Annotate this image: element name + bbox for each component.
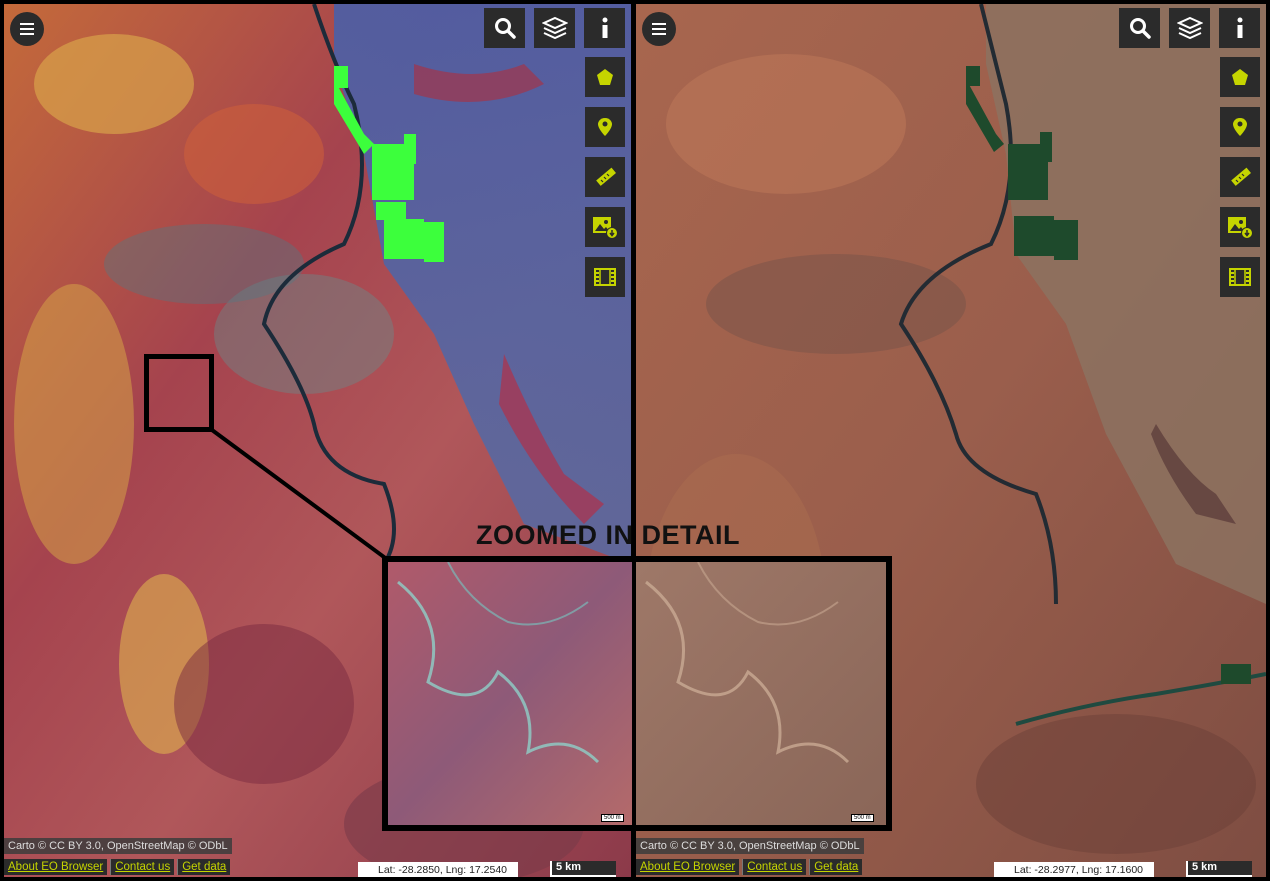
get-data-link[interactable]: Get data: [177, 859, 231, 875]
film-icon: [594, 268, 616, 286]
layers-icon: [1176, 16, 1203, 40]
film-icon: [1229, 268, 1251, 286]
layers-icon: [541, 16, 568, 40]
info-icon: [1237, 17, 1242, 38]
info-icon: [602, 17, 607, 38]
info-button[interactable]: [584, 8, 625, 48]
download-image-button[interactable]: [1220, 207, 1260, 247]
polygon-icon: [1232, 69, 1248, 85]
coordinates-readout: Lat: -28.2977, Lng: 17.1600: [994, 862, 1154, 877]
footer-links: About EO Browser Contact us Get data: [636, 859, 863, 875]
layers-button[interactable]: [534, 8, 575, 48]
measure-button[interactable]: [1220, 157, 1260, 197]
hamburger-menu-icon: [20, 23, 34, 35]
info-button[interactable]: [1219, 8, 1260, 48]
scale-bar: 5 km: [550, 861, 616, 877]
footer-links: About EO Browser Contact us Get data: [4, 859, 231, 875]
ruler-icon: [1231, 167, 1251, 186]
about-link[interactable]: About EO Browser: [636, 859, 740, 875]
timelapse-button[interactable]: [1220, 257, 1260, 297]
search-icon: [494, 18, 516, 39]
zoom-inset: 500 m 500 m: [382, 556, 892, 831]
search-button[interactable]: [484, 8, 525, 48]
scale-bar: 5 km: [1186, 861, 1252, 877]
place-marker-button[interactable]: [1220, 107, 1260, 147]
polygon-icon: [597, 69, 613, 85]
coordinates-readout: Lat: -28.2850, Lng: 17.2540: [358, 862, 518, 877]
search-button[interactable]: [1119, 8, 1160, 48]
pin-icon: [598, 118, 612, 136]
timelapse-button[interactable]: [585, 257, 625, 297]
draw-polygon-button[interactable]: [1220, 57, 1260, 97]
contact-link[interactable]: Contact us: [742, 859, 807, 875]
place-marker-button[interactable]: [585, 107, 625, 147]
about-link[interactable]: About EO Browser: [4, 859, 108, 875]
get-data-link[interactable]: Get data: [809, 859, 863, 875]
image-download-icon: [1228, 217, 1253, 239]
ruler-icon: [596, 167, 616, 186]
menu-button[interactable]: [10, 12, 44, 46]
contact-link[interactable]: Contact us: [110, 859, 175, 875]
measure-button[interactable]: [585, 157, 625, 197]
inset-scale-left: 500 m: [601, 814, 624, 822]
image-download-icon: [593, 217, 618, 239]
menu-button[interactable]: [642, 12, 676, 46]
layers-button[interactable]: [1169, 8, 1210, 48]
download-image-button[interactable]: [585, 207, 625, 247]
zoom-title: ZOOMED IN DETAIL: [476, 520, 740, 550]
pin-icon: [1233, 118, 1247, 136]
inset-scale-right: 500 m: [851, 814, 874, 822]
search-icon: [1129, 18, 1151, 39]
zoom-source-box: [144, 354, 214, 432]
zoom-inset-imagery: [388, 562, 886, 825]
draw-polygon-button[interactable]: [585, 57, 625, 97]
hamburger-menu-icon: [652, 23, 666, 35]
map-attribution: Carto © CC BY 3.0, OpenStreetMap © ODbL: [636, 838, 864, 854]
map-attribution: Carto © CC BY 3.0, OpenStreetMap © ODbL: [4, 838, 232, 854]
